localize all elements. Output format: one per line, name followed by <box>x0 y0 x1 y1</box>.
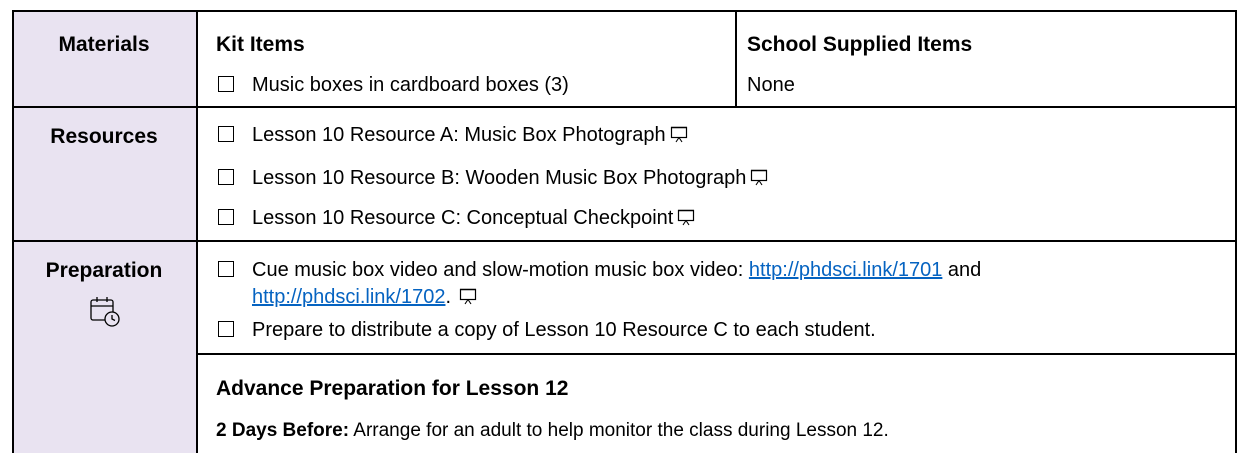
checkbox-icon[interactable] <box>218 126 234 142</box>
prep-item-text: Cue music box video and slow-motion musi… <box>252 259 749 281</box>
video-link-1[interactable]: http://phdsci.link/1701 <box>749 259 942 281</box>
resource-item-label: Lesson 10 Resource A: Music Box Photogra… <box>252 124 666 146</box>
projector-screen-icon <box>670 126 688 150</box>
prep-item-line1: Cue music box video and slow-motion musi… <box>252 258 981 282</box>
prep-period: . <box>445 286 452 308</box>
projector-screen-icon <box>677 209 695 233</box>
video-link-2[interactable]: http://phdsci.link/1702 <box>252 286 445 308</box>
kit-items-header: Kit Items <box>216 33 305 56</box>
resource-item-label: Lesson 10 Resource C: Conceptual Checkpo… <box>252 207 674 229</box>
resources-label: Resources <box>50 125 158 148</box>
school-supplied-item: None <box>747 74 795 96</box>
advance-prep-text: 2 Days Before: Arrange for an adult to h… <box>216 419 889 443</box>
materials-label: Materials <box>58 33 150 56</box>
preparation-inner-divider <box>196 353 1236 355</box>
projector-screen-icon <box>750 169 768 193</box>
resource-item-label: Lesson 10 Resource B: Wooden Music Box P… <box>252 167 747 189</box>
checkbox-icon[interactable] <box>218 76 234 92</box>
advance-prep-instruction: Arrange for an adult to help monitor the… <box>349 420 889 441</box>
advance-prep-timing: 2 Days Before: <box>216 420 350 441</box>
resource-item: Lesson 10 Resource C: Conceptual Checkpo… <box>252 206 695 233</box>
label-column-divider <box>196 10 198 453</box>
school-supplied-header: School Supplied Items <box>747 33 973 56</box>
checkbox-icon[interactable] <box>218 261 234 277</box>
resource-item: Lesson 10 Resource A: Music Box Photogra… <box>252 123 688 150</box>
row-divider-materials <box>12 106 1236 108</box>
resource-item: Lesson 10 Resource B: Wooden Music Box P… <box>252 166 768 193</box>
advance-prep-header: Advance Preparation for Lesson 12 <box>216 377 569 400</box>
prep-item: Prepare to distribute a copy of Lesson 1… <box>252 319 876 341</box>
materials-column-divider <box>735 10 737 107</box>
kit-item: Music boxes in cardboard boxes (3) <box>252 74 569 96</box>
prep-item-line2: http://phdsci.link/1702. <box>252 285 477 312</box>
checkbox-icon[interactable] <box>218 321 234 337</box>
checkbox-icon[interactable] <box>218 209 234 225</box>
preparation-label: Preparation <box>45 259 163 282</box>
prep-and-text: and <box>942 259 982 281</box>
checkbox-icon[interactable] <box>218 169 234 185</box>
row-divider-resources <box>12 240 1236 242</box>
calendar-clock-icon <box>88 294 122 328</box>
projector-screen-icon <box>459 288 477 312</box>
materials-label-cell <box>12 10 196 107</box>
table-border-left <box>12 10 14 453</box>
table-border-right <box>1235 10 1237 453</box>
